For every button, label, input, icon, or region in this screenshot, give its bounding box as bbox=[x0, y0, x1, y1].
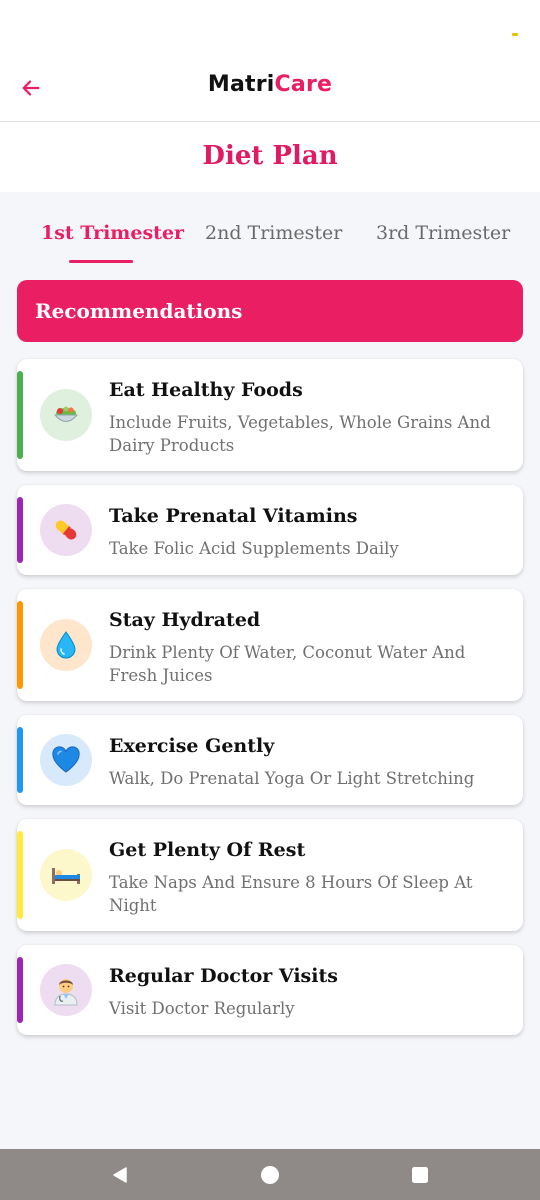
recommendations-label: Recommendations bbox=[35, 299, 243, 323]
card-title: Take Prenatal Vitamins bbox=[109, 505, 358, 527]
nav-back-button[interactable] bbox=[107, 1162, 133, 1188]
card-accent-bar bbox=[17, 601, 23, 689]
recommendation-card-prenatal-vitamins[interactable]: Take Prenatal Vitamins Take Folic Acid S… bbox=[17, 485, 523, 575]
salad-icon bbox=[40, 389, 92, 441]
recents-square-icon bbox=[412, 1167, 428, 1183]
app-title-prefix: Matri bbox=[207, 72, 275, 97]
app-title-accent: Care bbox=[274, 72, 333, 97]
tab-3rd-trimester[interactable]: 3rd Trimester bbox=[376, 222, 510, 244]
tab-1st-trimester[interactable]: 1st Trimester bbox=[41, 222, 184, 244]
card-title: Stay Hydrated bbox=[109, 609, 261, 631]
card-accent-bar bbox=[17, 957, 23, 1023]
card-title: Exercise Gently bbox=[109, 735, 275, 757]
active-tab-indicator bbox=[69, 260, 133, 263]
recommendation-card-exercise-gently[interactable]: Exercise Gently Walk, Do Prenatal Yoga O… bbox=[17, 715, 523, 805]
bed-icon bbox=[40, 849, 92, 901]
recommendation-card-healthy-foods[interactable]: Eat Healthy Foods Include Fruits, Vegeta… bbox=[17, 359, 523, 471]
doctor-icon bbox=[40, 964, 92, 1016]
status-bar bbox=[0, 0, 540, 54]
card-description: Take Folic Acid Supplements Daily bbox=[109, 539, 399, 558]
nav-recents-button[interactable] bbox=[407, 1162, 433, 1188]
status-indicator bbox=[512, 33, 518, 36]
app-title: MatriCare bbox=[0, 72, 540, 97]
card-accent-bar bbox=[17, 497, 23, 563]
recommendation-card-doctor-visits[interactable]: Regular Doctor Visits Visit Doctor Regul… bbox=[17, 945, 523, 1035]
nav-home-button[interactable] bbox=[257, 1162, 283, 1188]
card-description: Include Fruits, Vegetables, Whole Grains… bbox=[109, 413, 491, 455]
card-description: Visit Doctor Regularly bbox=[109, 999, 295, 1018]
pill-icon bbox=[40, 504, 92, 556]
card-accent-bar bbox=[17, 727, 23, 793]
home-circle-icon bbox=[261, 1166, 279, 1184]
card-description: Drink Plenty Of Water, Coconut Water And… bbox=[109, 643, 466, 685]
card-description: Walk, Do Prenatal Yoga Or Light Stretchi… bbox=[109, 769, 475, 788]
app-bar: MatriCare bbox=[0, 54, 540, 122]
tab-2nd-trimester[interactable]: 2nd Trimester bbox=[205, 222, 342, 244]
recommendation-card-plenty-of-rest[interactable]: Get Plenty Of Rest Take Naps And Ensure … bbox=[17, 819, 523, 931]
trimester-tabs: 1st Trimester 2nd Trimester 3rd Trimeste… bbox=[0, 214, 540, 266]
page-title: Diet Plan bbox=[202, 141, 338, 171]
card-description: Take Naps And Ensure 8 Hours Of Sleep At… bbox=[109, 873, 473, 915]
water-drop-icon bbox=[40, 619, 92, 671]
card-title: Get Plenty Of Rest bbox=[109, 839, 306, 861]
card-title: Regular Doctor Visits bbox=[109, 965, 338, 987]
card-title: Eat Healthy Foods bbox=[109, 379, 303, 401]
card-accent-bar bbox=[17, 831, 23, 919]
back-triangle-icon bbox=[113, 1167, 127, 1183]
card-accent-bar bbox=[17, 371, 23, 459]
blue-heart-icon bbox=[40, 734, 92, 786]
recommendations-banner: Recommendations bbox=[17, 280, 523, 342]
system-navigation-bar bbox=[0, 1149, 540, 1200]
page-header: Diet Plan bbox=[0, 122, 540, 192]
recommendation-card-stay-hydrated[interactable]: Stay Hydrated Drink Plenty Of Water, Coc… bbox=[17, 589, 523, 701]
